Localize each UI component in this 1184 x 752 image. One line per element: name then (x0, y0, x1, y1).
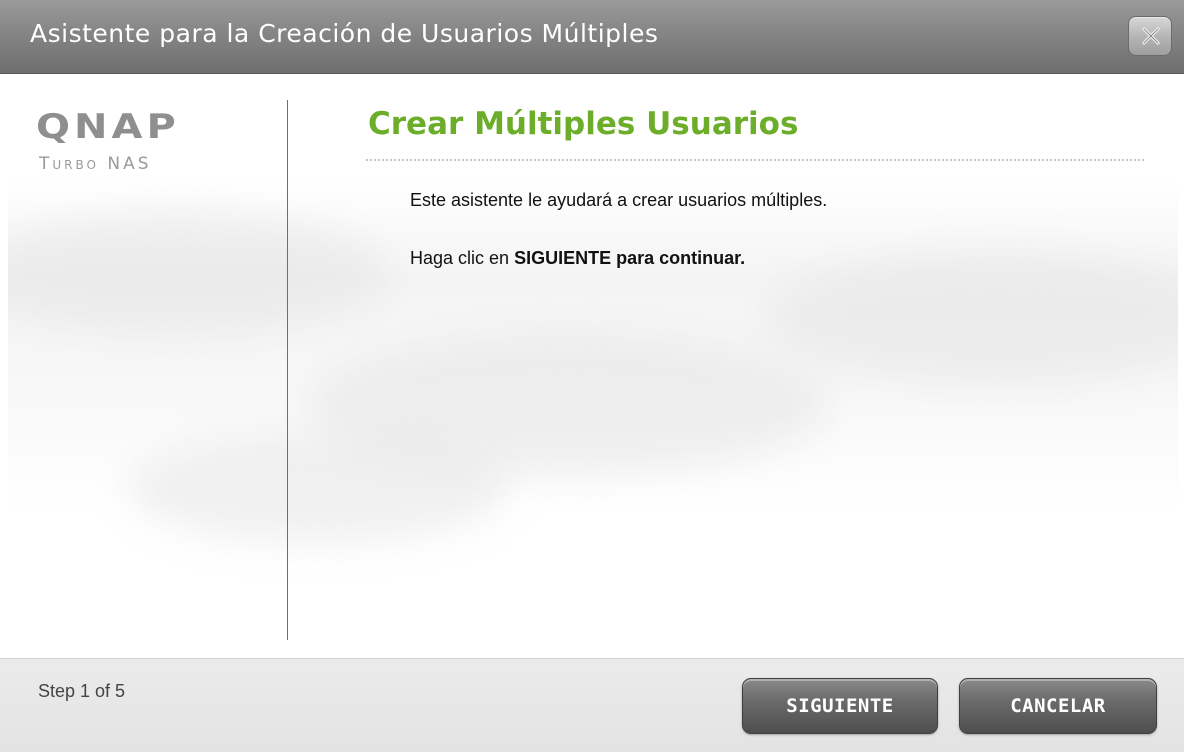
qnap-logo: QNAP Turbo NAS (36, 110, 236, 180)
close-button[interactable] (1128, 16, 1172, 56)
vertical-divider (287, 100, 288, 640)
background-mist (8, 214, 388, 334)
title-bar: Asistente para la Creación de Usuarios M… (0, 0, 1184, 74)
background-mist (128, 434, 508, 544)
step-indicator: Step 1 of 5 (38, 681, 126, 701)
intro-text: Este asistente le ayudará a crear usuari… (410, 190, 828, 210)
logo-subtitle: Turbo NAS (39, 154, 152, 174)
window-title: Asistente para la Creación de Usuarios M… (30, 19, 659, 48)
next-button[interactable]: SIGUIENTE (742, 678, 938, 734)
background-mist (768, 254, 1178, 384)
close-x-icon (1142, 27, 1160, 45)
instruction-text: Haga clic en SIGUIENTE para continuar. (410, 248, 745, 269)
wizard-dialog: Asistente para la Creación de Usuarios M… (0, 0, 1184, 752)
cancel-button[interactable]: CANCELAR (959, 678, 1157, 734)
heading-dotted-rule (366, 159, 1144, 161)
logo-text: QNAP (36, 107, 180, 147)
instruction-bold: SIGUIENTE para continuar. (514, 248, 746, 268)
page-heading: Crear Múltiples Usuarios (368, 106, 799, 142)
instruction-prefix: Haga clic en (410, 248, 515, 268)
